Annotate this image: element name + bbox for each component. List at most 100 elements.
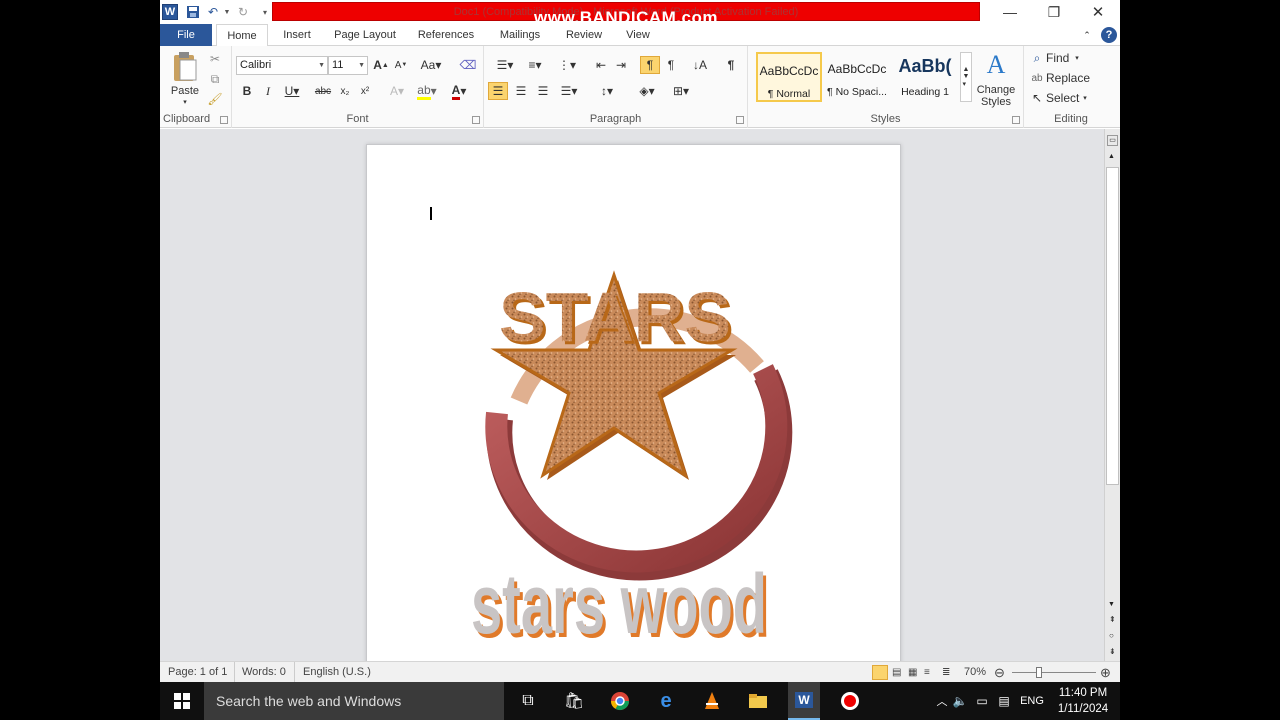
find-dropdown-icon[interactable]: ▾	[1072, 50, 1082, 66]
taskbar-search-input[interactable]: Search the web and Windows	[204, 682, 504, 720]
restore-button[interactable]: ❐	[1032, 0, 1076, 24]
vertical-scrollbar[interactable]: ▭ ▲ ▼ ⇞ ○ ⇟	[1104, 129, 1120, 661]
action-center-icon[interactable]: ▤	[992, 690, 1016, 712]
document-page[interactable]: STARS STARS stars wood stars wood	[366, 144, 901, 674]
strikethrough-icon[interactable]: abc	[312, 82, 334, 100]
scroll-thumb[interactable]	[1106, 167, 1119, 485]
language-status[interactable]: English (U.S.)	[294, 662, 371, 682]
replace-icon[interactable]: ab	[1030, 70, 1044, 86]
style-normal[interactable]: AaBbCcDc ¶ Normal	[756, 52, 822, 102]
show-formatting-icon[interactable]: ¶	[722, 56, 740, 74]
paste-icon[interactable]	[170, 50, 200, 84]
increase-indent-icon[interactable]: ⇥	[612, 56, 630, 74]
tab-file[interactable]: File	[160, 24, 212, 46]
web-layout-view-icon[interactable]: ▦	[908, 662, 917, 682]
draft-view-icon[interactable]: ≣	[942, 662, 950, 682]
save-icon[interactable]	[184, 3, 202, 21]
bold-icon[interactable]: B	[238, 82, 256, 100]
zoom-in-icon[interactable]: ⊕	[1100, 662, 1111, 682]
font-launcher-icon[interactable]	[472, 116, 480, 124]
superscript-icon[interactable]: x²	[356, 82, 374, 100]
numbering-icon[interactable]: ≡▾	[522, 56, 548, 74]
collapse-ribbon-icon[interactable]: ⌃	[1080, 24, 1094, 46]
word-taskbar-icon[interactable]: W	[788, 682, 820, 720]
network-icon[interactable]: ▭	[970, 690, 994, 712]
page-count[interactable]: Page: 1 of 1	[168, 662, 227, 682]
styles-scroll-icon[interactable]: ▲ ▼ ▾	[960, 52, 972, 102]
volume-icon[interactable]: 🔈	[948, 690, 972, 712]
decrease-indent-icon[interactable]: ⇤	[592, 56, 610, 74]
zoom-slider-thumb[interactable]	[1036, 667, 1042, 678]
tab-home[interactable]: Home	[216, 24, 268, 47]
bandicam-record-icon[interactable]	[838, 690, 862, 712]
change-case-icon[interactable]: Aa▾	[418, 56, 444, 74]
font-name-combo[interactable]: Calibri ▼	[236, 56, 328, 75]
borders-icon[interactable]: ⊞▾	[668, 82, 694, 100]
grow-font-icon[interactable]: A ▲	[372, 56, 390, 74]
word-logo-icon[interactable]: W	[162, 4, 178, 20]
change-styles-icon[interactable]: A	[978, 50, 1014, 80]
stars-wood-logo[interactable]: STARS STARS stars wood stars wood	[367, 145, 902, 675]
help-icon[interactable]: ?	[1101, 27, 1117, 43]
tab-review[interactable]: Review	[558, 24, 610, 46]
redo-icon[interactable]: ↻	[234, 3, 252, 21]
next-page-icon[interactable]: ⇟	[1109, 647, 1116, 656]
paste-dropdown-icon[interactable]: ▾	[180, 98, 190, 106]
styles-launcher-icon[interactable]	[1012, 116, 1020, 124]
line-spacing-icon[interactable]: ↕▾	[594, 82, 620, 100]
word-count[interactable]: Words: 0	[234, 662, 286, 682]
style-heading-1[interactable]: AaBb( Heading 1	[892, 52, 958, 102]
select-browse-object-icon[interactable]: ○	[1109, 631, 1114, 640]
underline-icon[interactable]: U▾	[280, 82, 304, 100]
tab-references[interactable]: References	[410, 24, 482, 46]
justify-icon[interactable]: ☰▾	[556, 82, 582, 100]
close-button[interactable]: ✕	[1076, 0, 1120, 24]
subscript-icon[interactable]: x₂	[336, 82, 354, 100]
scroll-up-icon[interactable]: ▲	[1108, 153, 1115, 160]
input-language[interactable]: ENG	[1018, 690, 1046, 712]
select-icon[interactable]: ↖	[1030, 90, 1044, 106]
format-painter-icon[interactable]: 🖌	[206, 90, 224, 108]
scroll-down-icon[interactable]: ▼	[1108, 601, 1115, 608]
zoom-slider-track[interactable]	[1012, 672, 1096, 673]
bullets-icon[interactable]: ☰▾	[492, 56, 518, 74]
change-styles-button[interactable]: Change Styles	[972, 82, 1020, 110]
align-center-icon[interactable]: ☰	[512, 82, 530, 100]
align-right-icon[interactable]: ☰	[534, 82, 552, 100]
tab-page-layout[interactable]: Page Layout	[326, 24, 404, 46]
clipboard-launcher-icon[interactable]	[220, 116, 228, 124]
paste-button[interactable]: Paste	[166, 84, 204, 98]
rtl-direction-icon[interactable]: ¶	[662, 56, 680, 74]
align-left-icon[interactable]: ☰	[488, 82, 508, 100]
print-layout-view-icon[interactable]	[872, 665, 888, 680]
outline-view-icon[interactable]: ≡	[924, 662, 930, 682]
find-icon[interactable]: ⌕	[1030, 50, 1044, 66]
font-size-combo[interactable]: 11 ▼	[328, 56, 368, 75]
zoom-out-icon[interactable]: ⊖	[994, 662, 1005, 682]
clear-formatting-icon[interactable]: ⌫	[458, 56, 478, 74]
select-button[interactable]: Select	[1046, 90, 1082, 106]
sort-icon[interactable]: ↓A	[690, 56, 710, 74]
copy-icon[interactable]: ⧉	[206, 70, 224, 88]
clock[interactable]: 11:40 PM 1/11/2024	[1048, 685, 1118, 717]
edge-icon[interactable]: e	[654, 690, 678, 712]
full-screen-view-icon[interactable]: ▤	[892, 662, 901, 682]
minimize-button[interactable]: —	[988, 0, 1032, 24]
previous-page-icon[interactable]: ⇞	[1109, 615, 1116, 624]
paragraph-launcher-icon[interactable]	[736, 116, 744, 124]
font-color-icon[interactable]: A ▾	[446, 82, 472, 100]
shrink-font-icon[interactable]: A ▼	[392, 56, 410, 74]
file-explorer-icon[interactable]	[746, 690, 770, 712]
ltr-direction-icon[interactable]: ¶	[640, 56, 660, 74]
ruler-toggle-icon[interactable]: ▭	[1107, 135, 1118, 146]
tab-insert[interactable]: Insert	[272, 24, 322, 46]
task-view-icon[interactable]: ⧉	[516, 690, 540, 712]
tab-view[interactable]: View	[616, 24, 660, 46]
tab-mailings[interactable]: Mailings	[490, 24, 550, 46]
vlc-icon[interactable]	[700, 690, 724, 712]
zoom-level[interactable]: 70%	[964, 662, 986, 682]
chrome-icon[interactable]	[608, 690, 632, 712]
shading-icon[interactable]: ◈▾	[634, 82, 660, 100]
select-dropdown-icon[interactable]: ▾	[1080, 90, 1090, 106]
highlight-color-icon[interactable]: ab ▾	[414, 82, 440, 100]
